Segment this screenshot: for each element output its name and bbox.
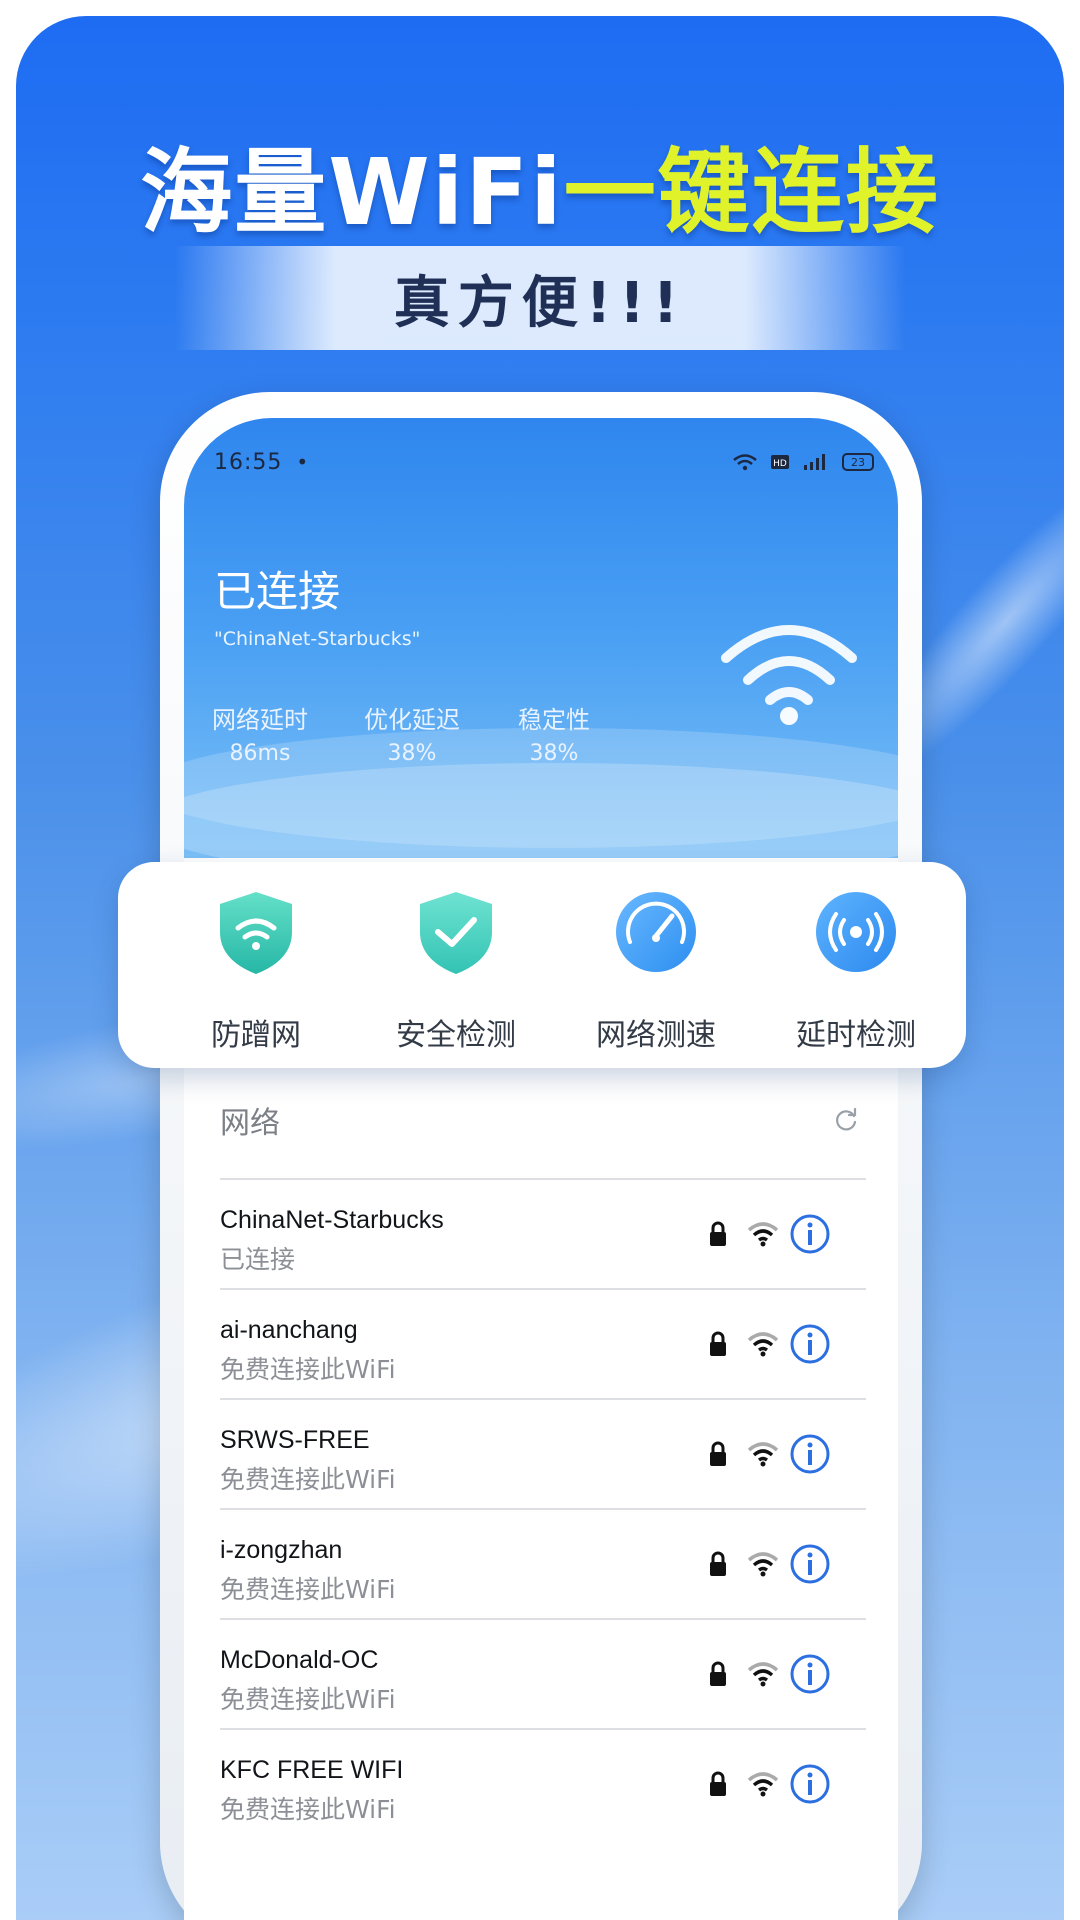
cellular-signal-icon [804, 454, 825, 470]
stat-value: 86ms [229, 741, 291, 766]
stat-optimized-delay: 优化延迟 38% [364, 700, 460, 766]
lock-icon [710, 1331, 726, 1356]
network-status: 免费连接此WiFi [220, 1575, 396, 1604]
battery-icon: 23 [842, 453, 874, 471]
svg-text:HD: HD [773, 459, 787, 469]
feature-speed-test[interactable]: 网络测速 [566, 884, 746, 1054]
info-icon[interactable] [788, 1652, 832, 1696]
stat-stability: 稳定性 38% [518, 700, 590, 766]
network-name: KFC FREE WIFI [220, 1756, 404, 1784]
network-status: 免费连接此WiFi [220, 1685, 396, 1714]
signal-broadcast-icon [816, 892, 896, 972]
stat-label: 稳定性 [518, 706, 590, 734]
stat-value: 38% [529, 741, 579, 766]
lock-icon [710, 1771, 726, 1796]
network-name: ai-nanchang [220, 1316, 358, 1344]
stat-label: 网络延时 [212, 706, 308, 734]
lock-icon [710, 1441, 726, 1466]
network-list: ChinaNet-Starbucks 已连接 ai-nanchang 免费连接此… [220, 1178, 866, 1838]
feature-latency-check[interactable]: 延时检测 [766, 884, 946, 1054]
lock-icon [710, 1551, 726, 1576]
large-wifi-icon [721, 625, 857, 725]
lock-icon [710, 1221, 726, 1246]
features-card: 防蹭网 安全检测 网络测速 延时检测 [118, 862, 966, 1068]
stat-label: 优化延迟 [364, 706, 460, 734]
promo-headline: 海量WiFi一键连接 [0, 118, 1080, 251]
check-shield-icon [420, 892, 492, 974]
headline-yellow-text: 一键连接 [563, 139, 940, 246]
network-status: 已连接 [220, 1245, 296, 1274]
wifi-signal-icon [747, 1222, 779, 1247]
refresh-icon[interactable] [832, 1106, 860, 1134]
info-icon[interactable] [788, 1432, 832, 1476]
info-icon[interactable] [788, 1762, 832, 1806]
network-row[interactable]: ai-nanchang 免费连接此WiFi [220, 1288, 866, 1398]
info-icon[interactable] [788, 1322, 832, 1366]
network-name: i-zongzhan [220, 1536, 343, 1564]
feature-label: 延时检测 [796, 1018, 916, 1053]
promo-subtitle-banner: 真方便!!! [175, 246, 905, 350]
wifi-signal-icon [747, 1442, 779, 1467]
status-bar: 16:55 • HD 23 [214, 442, 874, 482]
network-status: 免费连接此WiFi [220, 1355, 396, 1384]
wifi-signal-icon [747, 1662, 779, 1687]
connection-header: 16:55 • HD 23 已连接 "ChinaNet-Starbucks" 网… [184, 418, 898, 883]
status-time: 16:55 [214, 449, 283, 475]
wifi-status-icon [733, 454, 757, 471]
lock-icon [710, 1661, 726, 1686]
info-icon[interactable] [788, 1212, 832, 1256]
network-row[interactable]: SRWS-FREE 免费连接此WiFi [220, 1398, 866, 1508]
network-row[interactable]: i-zongzhan 免费连接此WiFi [220, 1508, 866, 1618]
network-row[interactable]: ChinaNet-Starbucks 已连接 [220, 1178, 866, 1288]
feature-label: 网络测速 [596, 1018, 716, 1053]
feature-security-check[interactable]: 安全检测 [366, 884, 546, 1054]
network-name: McDonald-OC [220, 1646, 379, 1674]
battery-level: 23 [851, 455, 865, 469]
feature-anti-leech[interactable]: 防蹭网 [166, 884, 346, 1054]
info-icon[interactable] [788, 1542, 832, 1586]
connection-status: 已连接 [214, 567, 341, 616]
wifi-signal-icon [747, 1552, 779, 1577]
stat-latency: 网络延时 86ms [212, 700, 308, 766]
connected-ssid: "ChinaNet-Starbucks" [214, 628, 421, 650]
promo-subtitle: 真方便!!! [393, 270, 687, 336]
hd-icon: HD [771, 455, 789, 469]
network-row[interactable]: McDonald-OC 免费连接此WiFi [220, 1618, 866, 1728]
speedometer-icon [616, 892, 696, 972]
wifi-signal-icon [747, 1772, 779, 1797]
network-name: ChinaNet-Starbucks [220, 1206, 444, 1234]
feature-label: 安全检测 [396, 1018, 516, 1053]
network-status: 免费连接此WiFi [220, 1795, 396, 1824]
wifi-shield-icon [220, 892, 292, 974]
network-status: 免费连接此WiFi [220, 1465, 396, 1494]
notification-dot: • [296, 450, 309, 474]
status-icons: HD 23 [732, 453, 874, 471]
wifi-signal-icon [747, 1332, 779, 1357]
feature-label: 防蹭网 [211, 1018, 301, 1053]
network-row[interactable]: KFC FREE WIFI 免费连接此WiFi [220, 1728, 866, 1838]
networks-section-title: 网络 [220, 1106, 280, 1141]
network-name: SRWS-FREE [220, 1426, 370, 1454]
headline-white-text: 海量WiFi [140, 139, 564, 246]
stat-value: 38% [387, 741, 437, 766]
